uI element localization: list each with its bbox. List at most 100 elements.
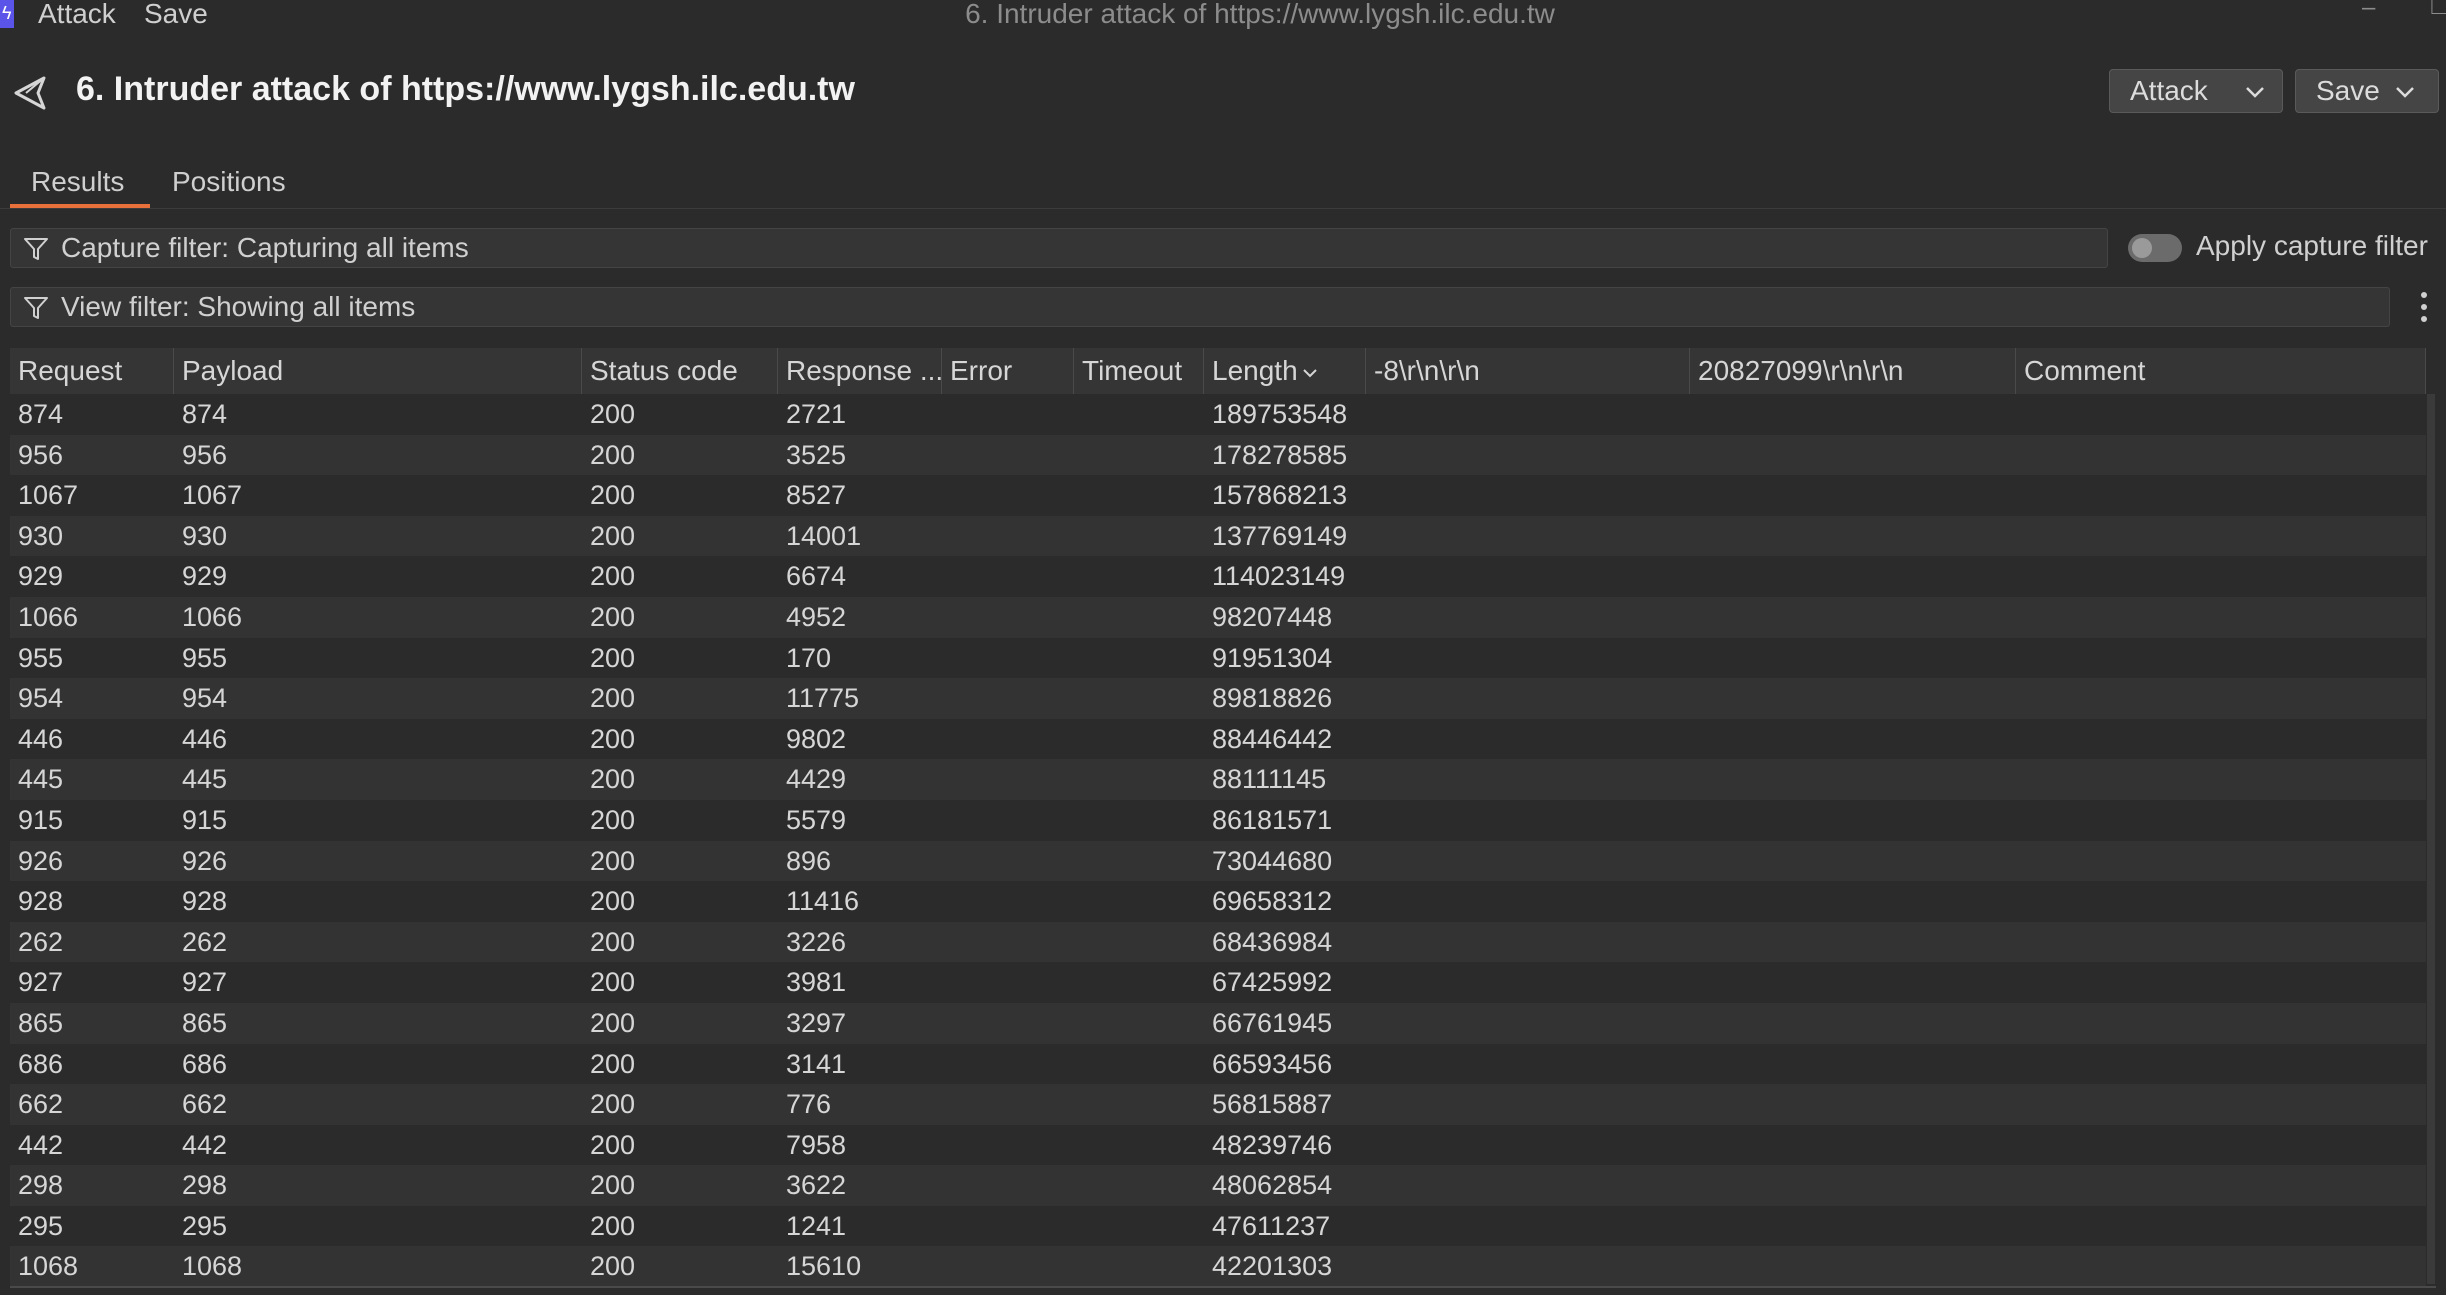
table-row[interactable]: 865 865 200 3297 66761945 [10,1002,2426,1044]
cell-error [942,962,1074,1003]
cell-payload: 927 [182,967,228,998]
cell-error [942,435,1074,476]
table-row[interactable]: 446 446 200 9802 88446442 [10,718,2426,760]
cell-grep-col-2 [1690,922,2016,963]
cell-timeout [1074,719,1204,760]
cell-timeout [1074,516,1204,557]
cell-grep-col-2 [1690,962,2016,1003]
column-header-timeout[interactable]: Timeout [1074,348,1204,394]
cell-grep-col-2 [1690,1165,2016,1206]
column-header-comment[interactable]: Comment [2016,348,2426,394]
cell-grep-col-1 [1366,881,1690,922]
cell-error [942,556,1074,597]
attack-button-label: Attack [2130,75,2208,106]
cell-response-time: 170 [786,642,832,673]
cell-error [942,1206,1074,1247]
table-row[interactable]: 956 956 200 3525 178278585 [10,434,2426,476]
save-button[interactable]: Save [2295,69,2439,113]
vertical-scrollbar[interactable] [2426,348,2436,1286]
cell-grep-col-2 [1690,1206,2016,1247]
cell-comment [2016,678,2426,719]
table-row[interactable]: 927 927 200 3981 67425992 [10,962,2426,1003]
chevron-down-icon [2396,87,2414,98]
table-row[interactable]: 874 874 200 2721 189753548 [10,394,2426,435]
cell-status-code: 200 [590,561,636,592]
cell-length: 48062854 [1212,1170,1333,1201]
cell-error [942,638,1074,679]
cell-timeout [1074,1084,1204,1125]
cell-response-time: 3622 [786,1170,847,1201]
column-header-grep-col-2[interactable]: 20827099\r\n\r\n [1690,348,2016,394]
cell-grep-col-1 [1366,678,1690,719]
table-row[interactable]: 662 662 200 776 56815887 [10,1084,2426,1125]
table-row[interactable]: 442 442 200 7958 48239746 [10,1124,2426,1166]
column-header-error[interactable]: Error [942,348,1074,394]
column-header-length[interactable]: Length [1204,348,1366,394]
table-row[interactable]: 926 926 200 896 73044680 [10,840,2426,882]
cell-response-time: 11775 [786,683,860,714]
save-button-label: Save [2316,75,2380,106]
table-row[interactable]: 915 915 200 5579 86181571 [10,799,2426,841]
cell-grep-col-1 [1366,1084,1690,1125]
cell-timeout [1074,678,1204,719]
cell-length: 88111145 [1212,764,1327,795]
cell-grep-col-1 [1366,719,1690,760]
attack-button[interactable]: Attack [2109,69,2283,113]
column-header-request[interactable]: Request [10,348,174,394]
tab-results[interactable]: Results [31,166,124,198]
apply-capture-filter-toggle[interactable] [2128,234,2182,262]
table-row[interactable]: 955 955 200 170 91951304 [10,637,2426,679]
cell-length: 137769149 [1212,520,1348,551]
cell-payload: 1068 [182,1251,243,1282]
table-row[interactable]: 298 298 200 3622 48062854 [10,1165,2426,1206]
minimize-icon[interactable]: – [2362,0,2375,22]
column-header-label: 20827099\r\n\r\n [1698,355,1904,386]
cell-response-time: 4429 [786,764,847,795]
table-row[interactable]: 1066 1066 200 4952 98207448 [10,596,2426,638]
table-row[interactable]: 1067 1067 200 8527 157868213 [10,475,2426,516]
capture-filter-bar[interactable]: Capture filter: Capturing all items [10,228,2108,268]
column-header-grep-col-1[interactable]: -8\r\n\r\n [1366,348,1690,394]
table-row[interactable]: 929 929 200 6674 114023149 [10,556,2426,597]
scrollbar-thumb[interactable] [2427,394,2435,1284]
cell-payload: 874 [182,399,228,429]
cell-timeout [1074,475,1204,516]
table-row[interactable]: 262 262 200 3226 68436984 [10,921,2426,963]
table-row[interactable]: 295 295 200 1241 47611237 [10,1205,2426,1247]
cell-grep-col-2 [1690,881,2016,922]
table-row[interactable]: 686 686 200 3141 66593456 [10,1043,2426,1085]
column-header-label: Payload [182,355,284,386]
column-header-label: Request [18,355,123,386]
table-row[interactable]: 928 928 200 11416 69658312 [10,881,2426,922]
cell-length: 89818826 [1212,683,1333,714]
table-row[interactable]: 954 954 200 11775 89818826 [10,678,2426,719]
column-header-status-code[interactable]: Status code [582,348,778,394]
column-header-response-time[interactable]: Response ... [778,348,942,394]
cell-grep-col-1 [1366,1125,1690,1166]
cell-error [942,922,1074,963]
cell-status-code: 200 [590,1251,636,1282]
cell-timeout [1074,435,1204,476]
table-row[interactable]: 1068 1068 200 15610 42201303 [10,1246,2426,1286]
cell-status-code: 200 [590,683,636,714]
cell-comment [2016,435,2426,476]
cell-grep-col-1 [1366,841,1690,882]
cell-timeout [1074,962,1204,1003]
back-icon[interactable] [8,70,54,116]
cell-grep-col-2 [1690,1246,2016,1286]
cell-timeout [1074,922,1204,963]
cell-length: 56815887 [1212,1089,1333,1120]
cell-error [942,1084,1074,1125]
cell-request: 445 [18,764,64,795]
restore-icon[interactable]: ❐ [2430,0,2446,21]
table-row[interactable]: 930 930 200 14001 137769149 [10,515,2426,557]
filter-icon [24,297,48,319]
view-filter-bar[interactable]: View filter: Showing all items [10,287,2390,327]
table-body: 874 874 200 2721 189753548 956 956 200 3525 17827… [10,394,2426,1286]
column-header-payload[interactable]: Payload [174,348,582,394]
table-row[interactable]: 445 445 200 4429 88111145 [10,759,2426,800]
tab-positions[interactable]: Positions [172,166,286,198]
more-options-icon[interactable] [2418,290,2430,324]
cell-comment [2016,1206,2426,1247]
cell-response-time: 3525 [786,439,847,470]
